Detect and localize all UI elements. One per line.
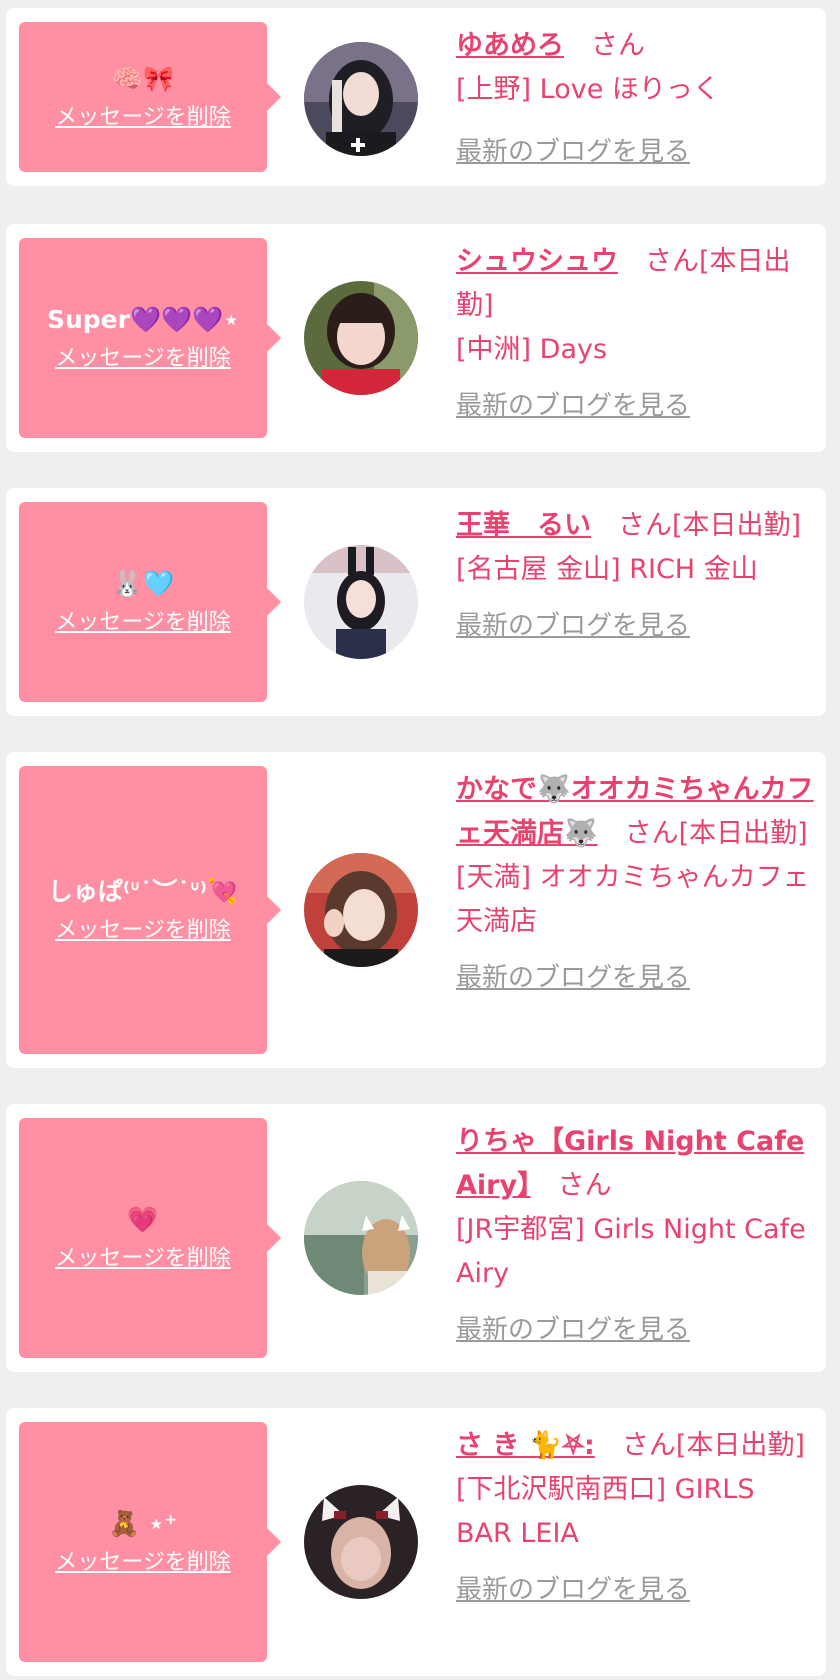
cast-card: 💗 メッセージを削除 りちゃ【Girls Night Cafe Airy】 さん… bbox=[6, 1104, 826, 1372]
latest-blog-link[interactable]: 最新のブログを見る bbox=[456, 1308, 816, 1352]
message-bubble: 🐰🩵 メッセージを削除 bbox=[19, 502, 281, 702]
message-bubble: 💗 メッセージを削除 bbox=[19, 1118, 281, 1358]
cat-ears-girl-avatar bbox=[304, 1181, 418, 1295]
honorific-status: さん[本日出勤] bbox=[597, 818, 808, 849]
shop-name: [下北沢駅南西口] GIRLS BAR LEIA bbox=[456, 1474, 755, 1549]
latest-blog-link[interactable]: 最新のブログを見る bbox=[456, 130, 816, 174]
delete-message-link[interactable]: メッセージを削除 bbox=[55, 608, 231, 638]
latest-blog-link[interactable]: 最新のブログを見る bbox=[456, 1568, 816, 1612]
cast-card: しゅぱ⁽ᐡ˙︶˙ᐡ⁾💘 メッセージを削除 かなで🐺オオカミちゃんカフェ天満店🐺 … bbox=[6, 752, 826, 1068]
message-bubble: 🧸 ⋆⁺ メッセージを削除 bbox=[19, 1422, 281, 1662]
cast-name-link[interactable]: さ き 🐈⛧: bbox=[456, 1430, 595, 1461]
cast-info: シュウシュウ さん[本日出勤] [中洲] Days 最新のブログを見る bbox=[456, 240, 816, 428]
message-bubble: Super💜💜💜⋆ メッセージを削除 bbox=[19, 238, 281, 438]
cast-avatar[interactable] bbox=[304, 1181, 418, 1295]
honorific-status: さん[本日出勤] bbox=[594, 1430, 805, 1461]
cast-avatar[interactable] bbox=[304, 545, 418, 659]
shop-name: [JR宇都宮] Girls Night Cafe Airy bbox=[456, 1214, 806, 1289]
message-bubble: しゅぱ⁽ᐡ˙︶˙ᐡ⁾💘 メッセージを削除 bbox=[19, 766, 281, 1054]
cast-card: 🧸 ⋆⁺ メッセージを削除 さ き 🐈⛧: さん[本日出勤] [下北沢駅南西口]… bbox=[6, 1408, 826, 1676]
latest-blog-link[interactable]: 最新のブログを見る bbox=[456, 956, 816, 1000]
cast-name-link[interactable]: りちゃ【Girls Night Cafe Airy】 bbox=[456, 1126, 804, 1201]
latest-blog-link[interactable]: 最新のブログを見る bbox=[456, 384, 816, 428]
message-text: しゅぱ⁽ᐡ˙︶˙ᐡ⁾💘 bbox=[47, 877, 239, 906]
honorific-status: さん bbox=[530, 1170, 612, 1201]
blurred-girl-avatar bbox=[304, 1485, 418, 1599]
message-text: 🧠🎀 bbox=[111, 64, 175, 93]
cast-card: 🧠🎀 メッセージを削除 ゆあめろ さん [上野] Love ほりっく 最新のブロ… bbox=[6, 8, 826, 186]
cast-info: かなで🐺オオカミちゃんカフェ天満店🐺 さん[本日出勤] [天満] オオカミちゃん… bbox=[456, 768, 816, 1000]
cast-card: Super💜💜💜⋆ メッセージを削除 シュウシュウ さん[本日出勤] [中洲] … bbox=[6, 224, 826, 452]
cast-avatar[interactable] bbox=[304, 281, 418, 395]
shop-name: [中洲] Days bbox=[456, 334, 608, 365]
message-text: 💗 bbox=[127, 1205, 159, 1234]
girl-peace-sign-avatar bbox=[304, 853, 418, 967]
message-text: 🐰🩵 bbox=[111, 569, 175, 598]
girl-red-top-avatar bbox=[304, 281, 418, 395]
shop-name: [名古屋 金山] RICH 金山 bbox=[456, 554, 758, 585]
cast-info: 王華 るい さん[本日出勤] [名古屋 金山] RICH 金山 最新のブログを見… bbox=[456, 504, 816, 648]
cast-card: 🐰🩵 メッセージを削除 王華 るい さん[本日出勤] [名古屋 金山] RICH… bbox=[6, 488, 826, 716]
message-text: Super💜💜💜⋆ bbox=[46, 305, 240, 334]
cast-info: りちゃ【Girls Night Cafe Airy】 さん [JR宇都宮] Gi… bbox=[456, 1120, 816, 1352]
favorite-cast-list: 🧠🎀 メッセージを削除 ゆあめろ さん [上野] Love ほりっく 最新のブロ… bbox=[0, 0, 840, 1680]
honorific-status: さん bbox=[564, 30, 645, 61]
shop-name: [上野] Love ほりっく bbox=[456, 74, 720, 105]
shop-name: [天満] オオカミちゃんカフェ天満店 bbox=[456, 862, 810, 937]
gothic-girl-avatar bbox=[304, 42, 418, 156]
delete-message-link[interactable]: メッセージを削除 bbox=[55, 916, 231, 946]
cast-name-link[interactable]: ゆあめろ bbox=[456, 30, 564, 61]
cast-avatar[interactable] bbox=[304, 1485, 418, 1599]
latest-blog-link[interactable]: 最新のブログを見る bbox=[456, 604, 816, 648]
cast-avatar[interactable] bbox=[304, 42, 418, 156]
message-text: 🧸 ⋆⁺ bbox=[108, 1509, 178, 1538]
cast-name-link[interactable]: シュウシュウ bbox=[456, 246, 618, 277]
delete-message-link[interactable]: メッセージを削除 bbox=[55, 103, 231, 133]
delete-message-link[interactable]: メッセージを削除 bbox=[55, 1244, 231, 1274]
cast-name-link[interactable]: 王華 るい bbox=[456, 510, 591, 541]
delete-message-link[interactable]: メッセージを削除 bbox=[55, 344, 231, 374]
message-bubble: 🧠🎀 メッセージを削除 bbox=[19, 22, 281, 172]
delete-message-link[interactable]: メッセージを削除 bbox=[55, 1548, 231, 1578]
bunny-girl-avatar bbox=[304, 545, 418, 659]
cast-info: さ き 🐈⛧: さん[本日出勤] [下北沢駅南西口] GIRLS BAR LEI… bbox=[456, 1424, 816, 1612]
honorific-status: さん[本日出勤] bbox=[591, 510, 802, 541]
cast-info: ゆあめろ さん [上野] Love ほりっく 最新のブログを見る bbox=[456, 24, 816, 174]
cast-avatar[interactable] bbox=[304, 853, 418, 967]
